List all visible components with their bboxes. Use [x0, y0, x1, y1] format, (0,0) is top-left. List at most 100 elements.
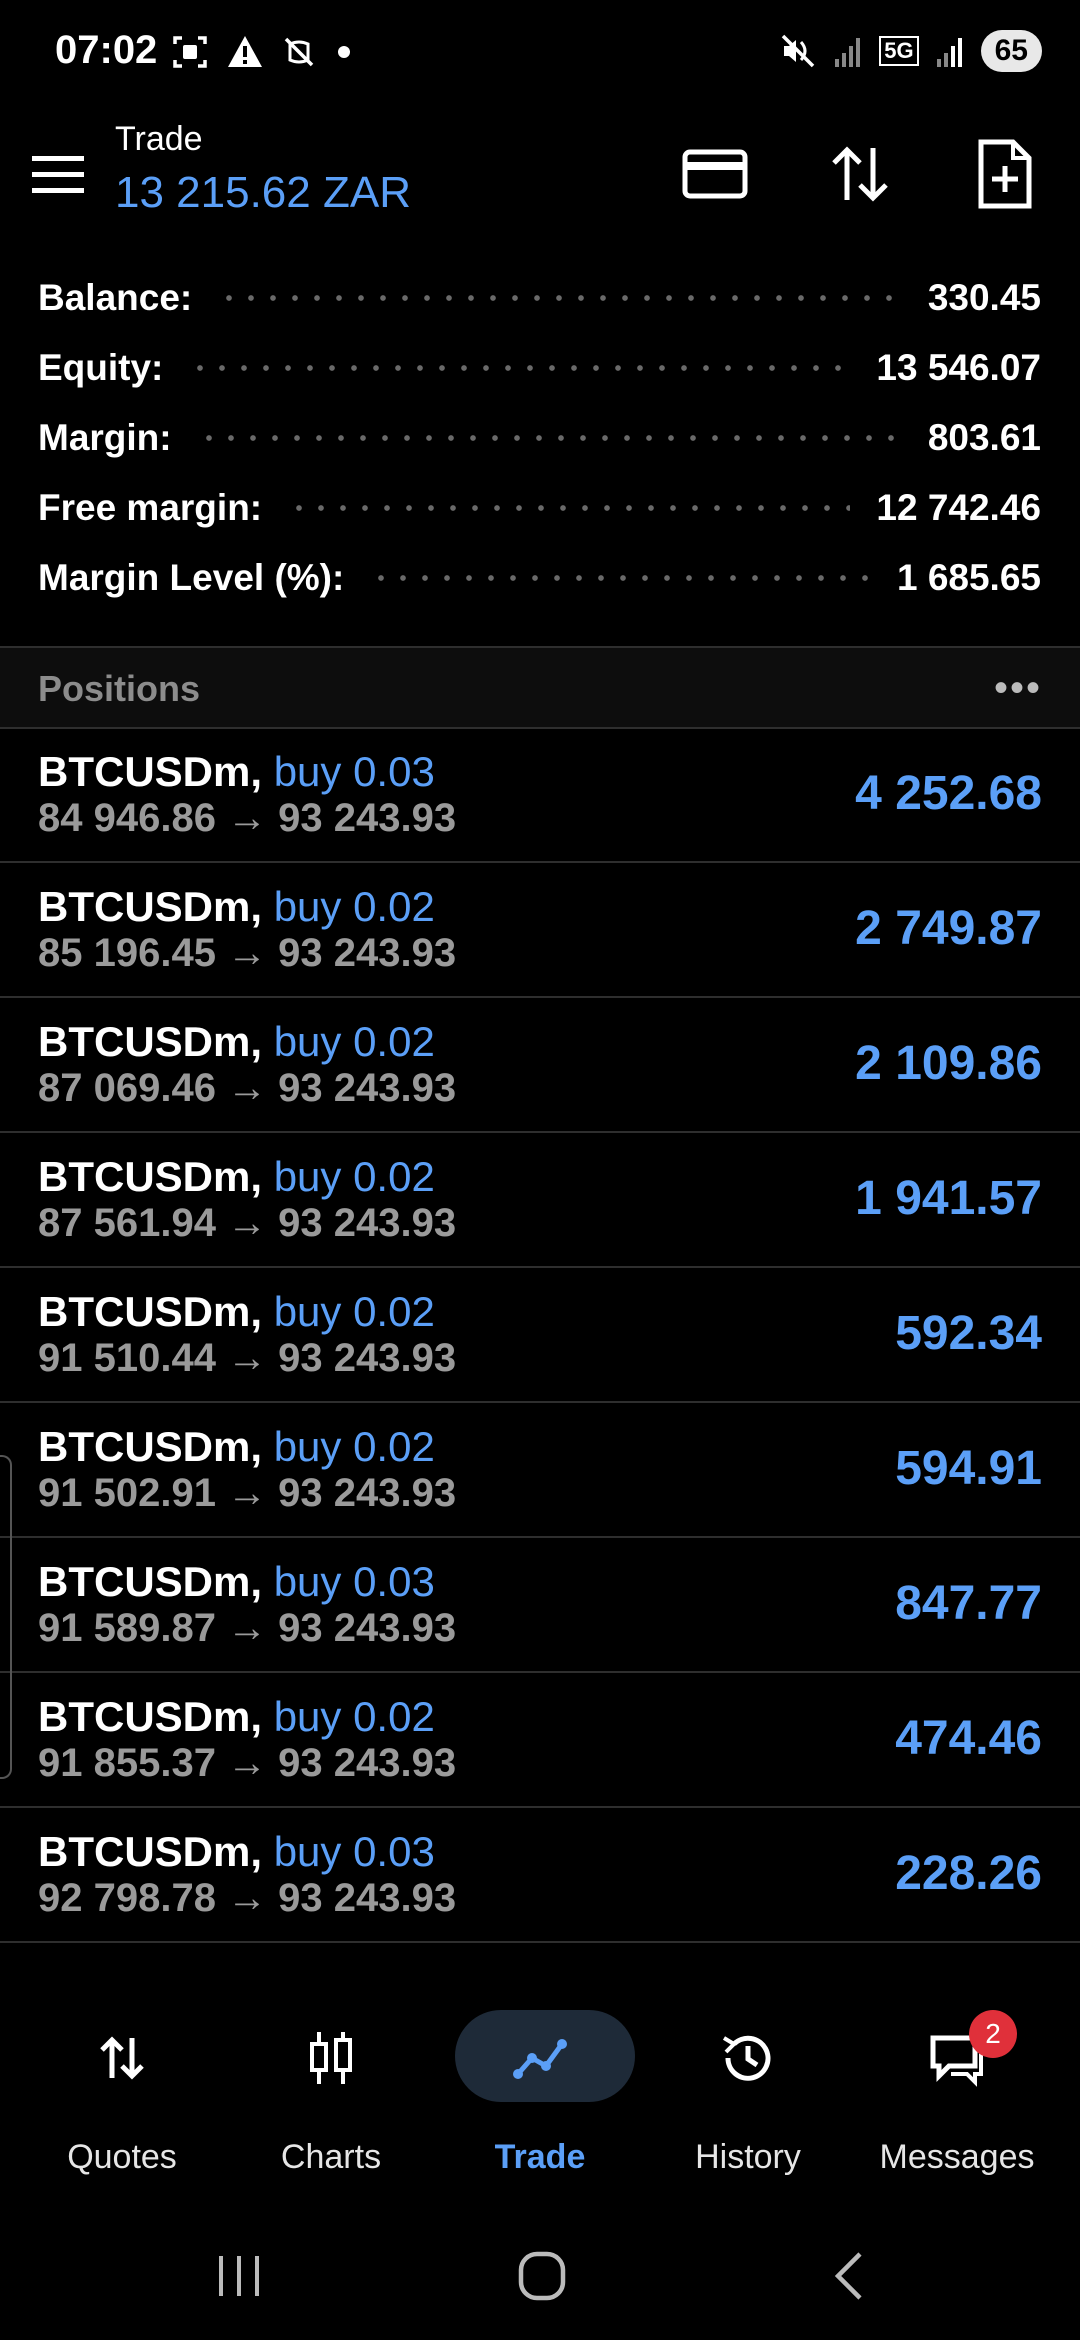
position-profit: 847.77: [895, 1577, 1042, 1630]
edge-panel-handle[interactable]: [0, 1455, 12, 1779]
candlestick-icon: [310, 2032, 352, 2084]
signal-icon-2: [936, 38, 962, 67]
position-row[interactable]: BTCUSDm, buy 0.03 92 798.78 → 93 243.93 …: [0, 1808, 1080, 1943]
position-profit: 2 109.86: [855, 1037, 1042, 1090]
position-type: buy 0.03: [273, 748, 435, 795]
more-options-icon[interactable]: •••: [994, 666, 1042, 711]
nav-history[interactable]: History: [648, 2010, 848, 2180]
position-prices: 84 946.86 → 93 243.93: [38, 796, 457, 840]
position-type: buy 0.02: [273, 883, 435, 930]
free-margin-value: 12 742.46: [876, 487, 1041, 528]
nav-quotes[interactable]: Quotes: [22, 2010, 222, 2180]
position-row[interactable]: BTCUSDm, buy 0.02 87 561.94 → 93 243.93 …: [0, 1133, 1080, 1268]
position-profit: 1 941.57: [855, 1172, 1042, 1225]
status-time: 07:02: [55, 28, 158, 72]
nfc-off-icon: [284, 37, 314, 67]
bottom-navigation: Quotes Charts Trade History 2 Messages: [0, 1990, 1080, 2190]
trade-trend-icon: [513, 2039, 567, 2079]
position-type: buy 0.02: [273, 1018, 435, 1065]
battery-indicator: 65: [980, 30, 1042, 72]
nav-charts[interactable]: Charts: [231, 2010, 431, 2180]
position-prices: 91 510.44 → 93 243.93: [38, 1336, 457, 1380]
position-symbol: BTCUSDm,: [38, 1153, 263, 1200]
network-type: 5G: [879, 36, 919, 66]
margin-value: 803.61: [927, 417, 1041, 458]
warning-icon: [228, 36, 262, 67]
dotted-leader: [189, 364, 851, 372]
position-symbol: BTCUSDm,: [38, 1423, 263, 1470]
dotted-leader: [370, 574, 871, 582]
position-profit: 2 749.87: [855, 902, 1042, 955]
position-profit: 474.46: [895, 1712, 1042, 1765]
equity-value: 13 546.07: [876, 347, 1041, 388]
status-system-icons: 5G 65: [779, 30, 1042, 72]
nav-messages-label: Messages: [879, 2138, 1035, 2176]
account-equity-value: 13 215.62 ZAR: [115, 168, 411, 217]
system-navigation-bar: [0, 2210, 1080, 2340]
margin-level-row: Margin Level (%): 1 685.65: [38, 548, 1041, 608]
history-clock-icon: [722, 2035, 771, 2081]
position-prices: 85 196.45 → 93 243.93: [38, 931, 457, 975]
position-type: buy 0.02: [273, 1423, 435, 1470]
position-type: buy 0.03: [273, 1558, 435, 1605]
nav-charts-label: Charts: [280, 2138, 382, 2176]
position-profit: 228.26: [895, 1847, 1042, 1900]
position-prices: 87 069.46 → 93 243.93: [38, 1066, 457, 1110]
position-row[interactable]: BTCUSDm, buy 0.02 91 855.37 → 93 243.93 …: [0, 1673, 1080, 1808]
positions-header: Positions •••: [0, 648, 1080, 728]
position-row[interactable]: BTCUSDm, buy 0.03 84 946.86 → 93 243.93 …: [0, 728, 1080, 863]
deposit-card-icon[interactable]: [675, 134, 755, 214]
balance-label: Balance:: [38, 277, 193, 318]
free-margin-row: Free margin: 12 742.46: [38, 478, 1041, 538]
equity-row: Equity: 13 546.07: [38, 338, 1041, 398]
position-type: buy 0.02: [273, 1693, 435, 1740]
position-symbol: BTCUSDm,: [38, 1558, 263, 1605]
home-icon[interactable]: [517, 2250, 567, 2302]
position-row[interactable]: BTCUSDm, buy 0.03 91 589.87 → 93 243.93 …: [0, 1538, 1080, 1673]
position-type: buy 0.02: [273, 1288, 435, 1335]
screenshot-icon: [173, 36, 207, 68]
recent-apps-icon[interactable]: [215, 2254, 265, 2298]
position-prices: 92 798.78 → 93 243.93: [38, 1876, 457, 1920]
position-type: buy 0.02: [273, 1153, 435, 1200]
position-symbol: BTCUSDm,: [38, 1288, 263, 1335]
sort-arrows-icon[interactable]: [820, 134, 900, 214]
equity-label: Equity:: [38, 347, 164, 388]
position-row[interactable]: BTCUSDm, buy 0.02 91 502.91 → 93 243.93 …: [0, 1403, 1080, 1538]
balance-value: 330.45: [927, 277, 1041, 318]
dotted-leader: [197, 434, 902, 442]
nav-messages[interactable]: 2 Messages: [857, 2010, 1057, 2180]
position-symbol: BTCUSDm,: [38, 1018, 263, 1065]
new-order-icon[interactable]: [965, 134, 1045, 214]
position-row[interactable]: BTCUSDm, buy 0.02 85 196.45 → 93 243.93 …: [0, 863, 1080, 998]
dotted-leader: [288, 504, 851, 512]
position-profit: 594.91: [895, 1442, 1042, 1495]
mute-icon: [782, 34, 815, 68]
messages-badge: 2: [969, 2010, 1017, 2058]
position-profit: 592.34: [895, 1307, 1042, 1360]
position-symbol: BTCUSDm,: [38, 1693, 263, 1740]
nav-trade[interactable]: Trade: [440, 2010, 640, 2180]
margin-level-label: Margin Level (%):: [38, 557, 345, 598]
position-row[interactable]: BTCUSDm, buy 0.02 87 069.46 → 93 243.93 …: [0, 998, 1080, 1133]
free-margin-label: Free margin:: [38, 487, 263, 528]
signal-icon: [835, 38, 861, 67]
status-bar: 07:02 5G 65: [0, 0, 1080, 110]
dotted-leader: [218, 294, 902, 302]
balance-row: Balance: 330.45: [38, 268, 1041, 328]
quotes-arrows-icon: [100, 2036, 144, 2080]
dot-icon: [338, 46, 350, 58]
position-prices: 91 589.87 → 93 243.93: [38, 1606, 457, 1650]
position-type: buy 0.03: [273, 1828, 435, 1875]
position-profit: 4 252.68: [855, 767, 1042, 820]
position-prices: 91 855.37 → 93 243.93: [38, 1741, 457, 1785]
position-row[interactable]: BTCUSDm, buy 0.02 91 510.44 → 93 243.93 …: [0, 1268, 1080, 1403]
margin-level-value: 1 685.65: [896, 557, 1041, 598]
positions-list: BTCUSDm, buy 0.03 84 946.86 → 93 243.93 …: [0, 728, 1080, 1943]
position-prices: 87 561.94 → 93 243.93: [38, 1201, 457, 1245]
menu-icon[interactable]: [30, 150, 86, 200]
position-symbol: BTCUSDm,: [38, 1828, 263, 1875]
position-prices: 91 502.91 → 93 243.93: [38, 1471, 457, 1515]
back-icon[interactable]: [828, 2250, 868, 2302]
position-symbol: BTCUSDm,: [38, 748, 263, 795]
